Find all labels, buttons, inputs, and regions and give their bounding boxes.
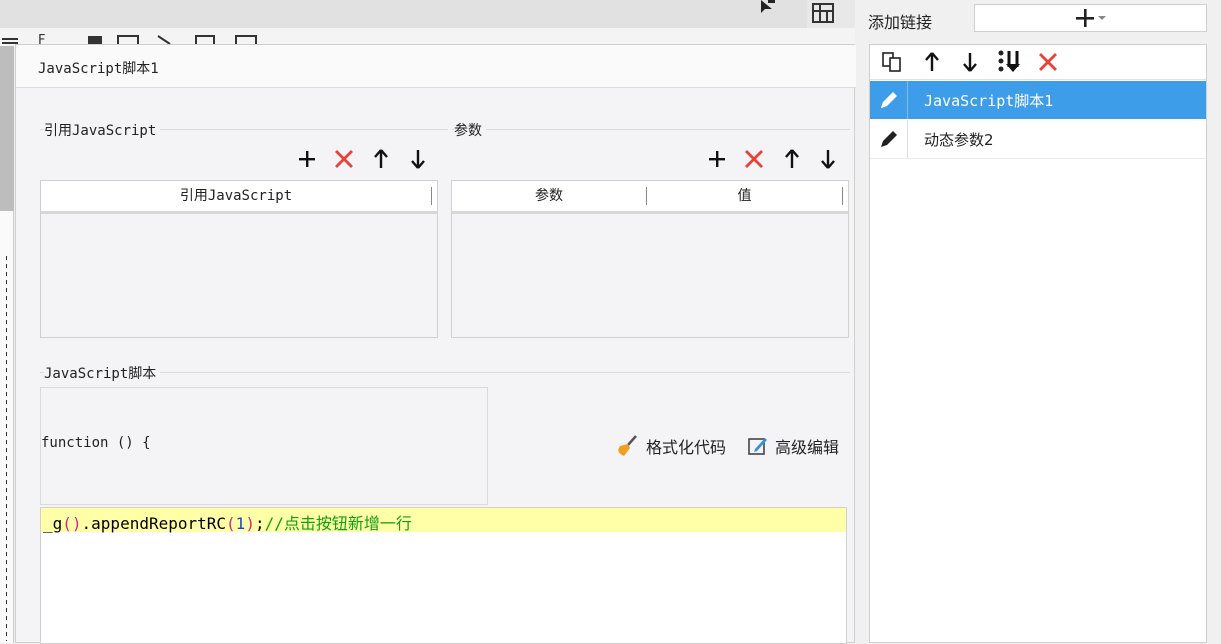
broom-icon <box>618 435 637 456</box>
script-group-line <box>40 372 850 373</box>
link-list-item-label: 动态参数2 <box>924 130 994 149</box>
pencil-icon <box>880 131 897 147</box>
link-move-bottom-button[interactable] <box>996 50 1026 72</box>
param-group-title: 参数 <box>454 120 486 140</box>
link-list-item-label: JavaScript脚本1 <box>924 91 1054 110</box>
function-header-text: function () { <box>41 435 151 451</box>
ref-add-button[interactable] <box>296 148 318 170</box>
pencil-icon <box>880 92 897 108</box>
ref-delete-button[interactable] <box>333 148 355 170</box>
add-link-dropdown-button[interactable] <box>974 4 1207 32</box>
delete-icon <box>1039 53 1057 71</box>
param-name-column-header[interactable]: 参数 <box>452 181 646 211</box>
copy-icon <box>882 52 901 72</box>
param-table-header: 参数 值 <box>452 181 848 214</box>
arrow-up-icon <box>374 149 388 168</box>
plus-icon <box>709 151 725 167</box>
link-list-toolbar <box>870 45 1206 80</box>
code-token: .appendReportRC <box>81 514 227 533</box>
link-list-item-selected[interactable]: JavaScript脚本1 <box>870 81 1206 119</box>
delete-icon <box>745 150 763 168</box>
param-delete-button[interactable] <box>743 148 765 170</box>
copy-link-button[interactable] <box>881 51 903 73</box>
toolbar-pointer-icon[interactable] <box>758 0 778 16</box>
code-token: 1 <box>235 514 246 533</box>
pencil-icon-wrapper <box>870 120 908 158</box>
code-token: ; <box>254 514 265 533</box>
plus-icon <box>1075 9 1094 27</box>
param-add-button[interactable] <box>706 148 728 170</box>
ref-group-title: 引用JavaScript <box>44 120 161 140</box>
advanced-edit-button[interactable]: 高级编辑 <box>747 434 839 458</box>
script-group-title: JavaScript脚本 <box>44 363 161 383</box>
link-move-up-button[interactable] <box>921 51 943 73</box>
plus-icon <box>299 151 315 167</box>
chevron-down-icon <box>1097 16 1106 20</box>
column-separator <box>842 187 843 205</box>
code-token: ) <box>245 514 255 533</box>
link-list-item[interactable]: 动态参数2 <box>870 120 1206 159</box>
ref-js-table[interactable]: 引用JavaScript <box>40 180 438 338</box>
move-bottom-icon <box>998 50 1020 72</box>
app-toolbar-background <box>0 0 855 28</box>
arrow-down-icon <box>411 150 425 169</box>
arrow-up-icon <box>785 149 799 168</box>
link-move-down-button[interactable] <box>959 51 981 73</box>
dialog-title: JavaScript脚本1 <box>38 61 159 77</box>
ref-js-column-header[interactable]: 引用JavaScript <box>41 181 431 211</box>
param-group-line <box>452 129 850 130</box>
code-token: _g <box>43 514 63 533</box>
arrow-down-icon <box>963 53 977 72</box>
arrow-up-icon <box>925 52 939 71</box>
add-link-label: 添加链接 <box>868 13 933 32</box>
format-code-button[interactable]: 格式化代码 <box>616 434 726 458</box>
ref-move-down-button[interactable] <box>407 148 429 170</box>
javascript-dialog: JavaScript脚本1 引用JavaScript 引用JavaScript … <box>15 44 856 644</box>
delete-icon <box>335 150 353 168</box>
advanced-edit-label: 高级编辑 <box>775 438 840 457</box>
edit-icon <box>748 438 767 455</box>
code-token: ( <box>226 514 236 533</box>
param-move-down-button[interactable] <box>817 148 839 170</box>
column-separator <box>431 187 432 205</box>
code-comment: //点击按钮新增一行 <box>264 514 412 533</box>
arrow-down-icon <box>821 150 835 169</box>
format-code-label: 格式化代码 <box>646 438 727 457</box>
panel-layout-icon[interactable] <box>811 2 837 26</box>
ref-move-up-button[interactable] <box>370 148 392 170</box>
link-delete-button[interactable] <box>1037 51 1059 73</box>
code-token: () <box>62 514 82 533</box>
code-line[interactable]: _g().appendReportRC(1);//点击按钮新增一行 <box>43 510 412 534</box>
pencil-icon-wrapper <box>870 81 908 119</box>
ref-js-table-header: 引用JavaScript <box>41 181 437 214</box>
param-value-column-header[interactable]: 值 <box>647 181 842 211</box>
code-editor[interactable]: _g().appendReportRC(1);//点击按钮新增一行 <box>40 507 847 644</box>
left-ruler-shade <box>0 46 14 211</box>
param-move-up-button[interactable] <box>781 148 803 170</box>
param-table[interactable]: 参数 值 <box>451 180 849 338</box>
